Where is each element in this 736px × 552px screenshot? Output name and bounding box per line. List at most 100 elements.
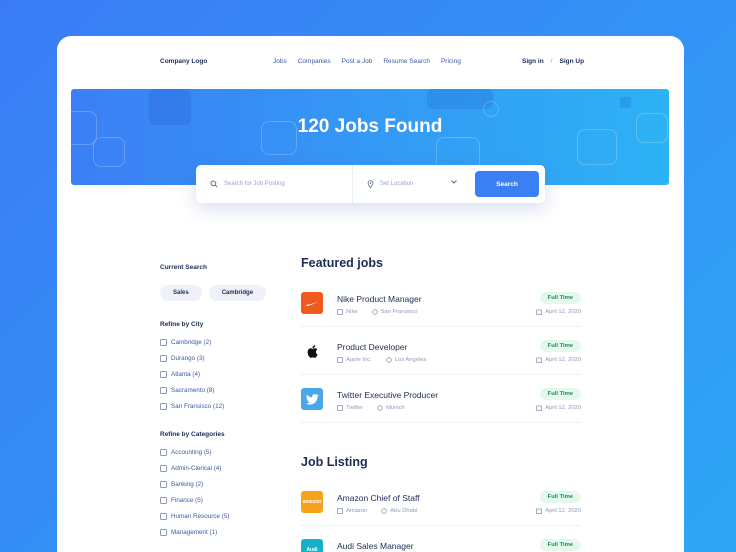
job-listing-heading: Job Listing (301, 455, 368, 469)
checkbox-label: Atlanta (4) (171, 370, 201, 378)
job-type-badge: Full Time (539, 388, 581, 400)
auth-separator: / (550, 58, 553, 65)
location-pin-icon (386, 357, 392, 363)
category-filter-heading: Refine by Categories (160, 431, 225, 438)
nav-link-pricing[interactable]: Pricing (441, 58, 461, 65)
job-card[interactable]: Twitter Executive Producer Twitter Munic… (301, 375, 581, 423)
building-icon (337, 508, 343, 514)
job-card[interactable]: amazon Amazon Chief of Staff Amazon Abu … (301, 478, 581, 526)
job-location: Munich (386, 405, 405, 411)
city-checkbox-item[interactable]: Cambridge (2) (160, 334, 270, 350)
building-icon (337, 405, 343, 411)
keyword-search-field[interactable]: Search for Job Posting (196, 165, 353, 203)
checkbox[interactable] (160, 338, 167, 346)
search-icon (210, 180, 218, 188)
checkbox[interactable] (160, 496, 167, 504)
keyword-search-input[interactable]: Search for Job Posting (224, 181, 285, 187)
category-checkbox-item[interactable]: Admin-Clerical (4) (160, 460, 270, 476)
filter-chip-cambridge[interactable]: Cambridge (208, 285, 267, 301)
sign-in-link[interactable]: Sign in (522, 58, 544, 65)
checkbox[interactable] (160, 354, 167, 362)
category-checkbox-item[interactable]: Human Resource (5) (160, 508, 270, 524)
city-checkbox-item[interactable]: Durango (3) (160, 350, 270, 366)
job-title[interactable]: Twitter Executive Producer (337, 390, 438, 400)
checkbox[interactable] (160, 480, 167, 488)
city-filter-heading: Refine by City (160, 321, 204, 328)
posted-date: April 12, 2020 (545, 357, 581, 363)
job-card[interactable]: Nike Product Manager Nike San Fransisco … (301, 279, 581, 327)
job-meta: Nike San Fransisco (337, 309, 418, 315)
filter-sidebar: Current Search Sales Cambridge Refine by… (160, 264, 270, 540)
company-meta: Apple Inc. (337, 357, 372, 363)
job-title[interactable]: Audi Sales Manager (337, 541, 414, 551)
sign-up-link[interactable]: Sign Up (559, 58, 584, 65)
location-meta: Munich (377, 405, 405, 411)
company-name: Twitter (346, 405, 364, 411)
calendar-icon (536, 309, 543, 315)
location-meta: Abu Dhabi (381, 508, 417, 514)
posted-date: April 12, 2020 (545, 405, 581, 411)
checkbox[interactable] (160, 448, 167, 456)
location-pin-icon (367, 180, 374, 188)
category-checkbox-item[interactable]: Management (1) (160, 524, 270, 540)
location-meta: San Fransisco (371, 309, 418, 315)
top-nav: Company Logo Jobs Companies Post a Job R… (57, 36, 684, 88)
nav-link-jobs[interactable]: Jobs (273, 58, 287, 65)
checkbox[interactable] (160, 370, 167, 378)
job-title[interactable]: Amazon Chief of Staff (337, 493, 420, 503)
job-location: San Fransisco (380, 309, 418, 315)
category-checkbox-item[interactable]: Banking (2) (160, 476, 270, 492)
nav-link-companies[interactable]: Companies (298, 58, 331, 65)
checkbox[interactable] (160, 464, 167, 472)
company-name: Apple Inc. (346, 357, 372, 363)
job-type-badge: Full Time (539, 491, 581, 503)
location-pin-icon (377, 405, 383, 411)
current-search-chips: Sales Cambridge (160, 285, 270, 301)
nav-link-resume-search[interactable]: Resume Search (383, 58, 430, 65)
checkbox-label: Banking (2) (171, 480, 204, 488)
current-search-heading: Current Search (160, 264, 207, 271)
job-meta: Apple Inc. Los Angeles (337, 357, 426, 363)
job-date: April 12, 2020 (536, 357, 581, 363)
audi-logo: Audi (301, 539, 323, 552)
checkbox[interactable] (160, 386, 167, 394)
posted-date: April 12, 2020 (545, 309, 581, 315)
job-title[interactable]: Product Developer (337, 342, 407, 352)
calendar-icon (536, 508, 543, 514)
building-icon (337, 309, 343, 315)
checkbox-label: Cambridge (2) (171, 338, 212, 346)
company-logo[interactable]: Company Logo (160, 58, 207, 65)
job-card[interactable]: Audi Audi Sales Manager Full Time (301, 526, 581, 552)
results-count-title: 120 Jobs Found (297, 116, 443, 137)
checkbox[interactable] (160, 528, 167, 536)
featured-jobs-heading: Featured jobs (301, 256, 383, 270)
location-select[interactable]: Set Location (353, 165, 466, 203)
job-card[interactable]: Product Developer Apple Inc. Los Angeles… (301, 327, 581, 375)
checkbox[interactable] (160, 402, 167, 410)
chevron-down-icon[interactable] (451, 180, 457, 186)
posted-date: April 12, 2020 (545, 508, 581, 514)
job-type-badge: Full Time (539, 539, 581, 551)
apple-icon (307, 344, 318, 358)
nav-link-post-job[interactable]: Post a Job (342, 58, 373, 65)
job-title[interactable]: Nike Product Manager (337, 294, 422, 304)
checkbox-label: Sacramento (8) (171, 386, 215, 394)
job-search-bar: Search for Job Posting Set Location Sear… (196, 165, 545, 203)
auth-links: Sign in / Sign Up (522, 58, 584, 65)
checkbox[interactable] (160, 512, 167, 520)
hero-decoration (93, 137, 125, 167)
checkbox-label: Admin-Clerical (4) (171, 464, 222, 472)
apple-logo (301, 340, 323, 362)
twitter-logo (301, 388, 323, 410)
city-checkbox-item[interactable]: Sacramento (8) (160, 382, 270, 398)
search-button[interactable]: Search (475, 171, 539, 197)
checkbox-label: Durango (3) (171, 354, 205, 362)
filter-chip-sales[interactable]: Sales (160, 285, 202, 301)
calendar-icon (536, 405, 543, 411)
city-checkbox-item[interactable]: Atlanta (4) (160, 366, 270, 382)
city-checkbox-item[interactable]: San Fransisco (12) (160, 398, 270, 414)
job-location: Los Angeles (394, 357, 427, 363)
category-checkbox-item[interactable]: Accounting (5) (160, 444, 270, 460)
location-input[interactable]: Set Location (380, 181, 413, 187)
category-checkbox-item[interactable]: Finance (5) (160, 492, 270, 508)
